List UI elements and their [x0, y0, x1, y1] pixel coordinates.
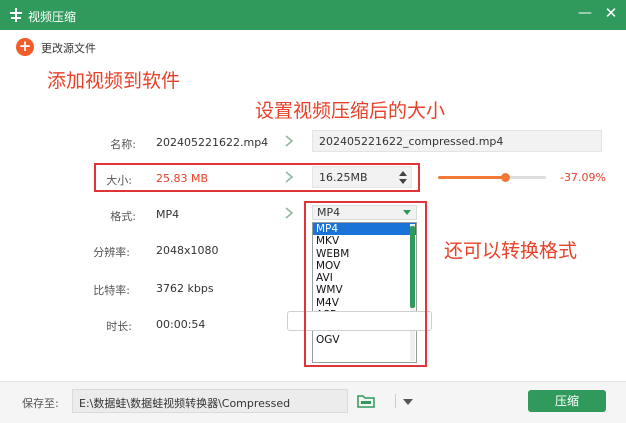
- chevron-right-icon: [285, 135, 294, 147]
- output-name-field[interactable]: 202405221622_compressed.mp4: [312, 130, 602, 152]
- format-label: 格式:: [110, 210, 136, 223]
- window-title: 视频压缩: [28, 10, 77, 24]
- bitrate-label: 比特率:: [93, 284, 130, 297]
- bitrate-value: 3762 kbps: [156, 282, 214, 295]
- name-value: 202405221622.mp4: [156, 136, 269, 149]
- annotation-set-size: 设置视频压缩后的大小: [255, 100, 446, 122]
- duration-label: 时长:: [106, 320, 132, 333]
- compression-ratio: -37.09%: [560, 171, 606, 184]
- resolution-value: 2048x1080: [156, 244, 219, 257]
- save-path-value: E:\数据蛙\数据蛙视频转换器\Compressed: [79, 397, 291, 410]
- plus-circle-icon: +: [16, 38, 34, 56]
- annotation-convert-format: 还可以转换格式: [444, 240, 578, 262]
- chevron-down-icon[interactable]: [403, 399, 413, 405]
- compression-slider[interactable]: [438, 173, 546, 182]
- resolution-label: 分辨率:: [93, 246, 130, 259]
- duration-value: 00:00:54: [156, 318, 206, 331]
- path-divider: [395, 394, 396, 408]
- format-value: MP4: [156, 208, 180, 221]
- compress-button[interactable]: 压缩: [528, 390, 606, 412]
- close-button[interactable]: ✕: [602, 4, 620, 22]
- annotation-add-video: 添加视频到软件: [47, 70, 181, 92]
- save-to-label: 保存至:: [22, 397, 59, 410]
- format-highlight-box: [304, 201, 427, 367]
- size-highlight-box: [94, 163, 420, 192]
- slider-fill: [438, 176, 506, 179]
- change-source-label: 更改源文件: [41, 42, 96, 55]
- scissors-icon: [10, 8, 22, 22]
- minimize-button[interactable]: —: [576, 4, 594, 22]
- footer-bar: 保存至: E:\数据蛙\数据蛙视频转换器\Compressed 压缩: [0, 381, 626, 423]
- save-path-field[interactable]: E:\数据蛙\数据蛙视频转换器\Compressed: [72, 389, 413, 413]
- folder-icon[interactable]: [357, 394, 375, 408]
- title-bar: 视频压缩 — ✕: [0, 0, 626, 30]
- name-label: 名称:: [110, 138, 136, 151]
- slider-handle[interactable]: [500, 173, 510, 182]
- chevron-right-icon: [285, 207, 294, 219]
